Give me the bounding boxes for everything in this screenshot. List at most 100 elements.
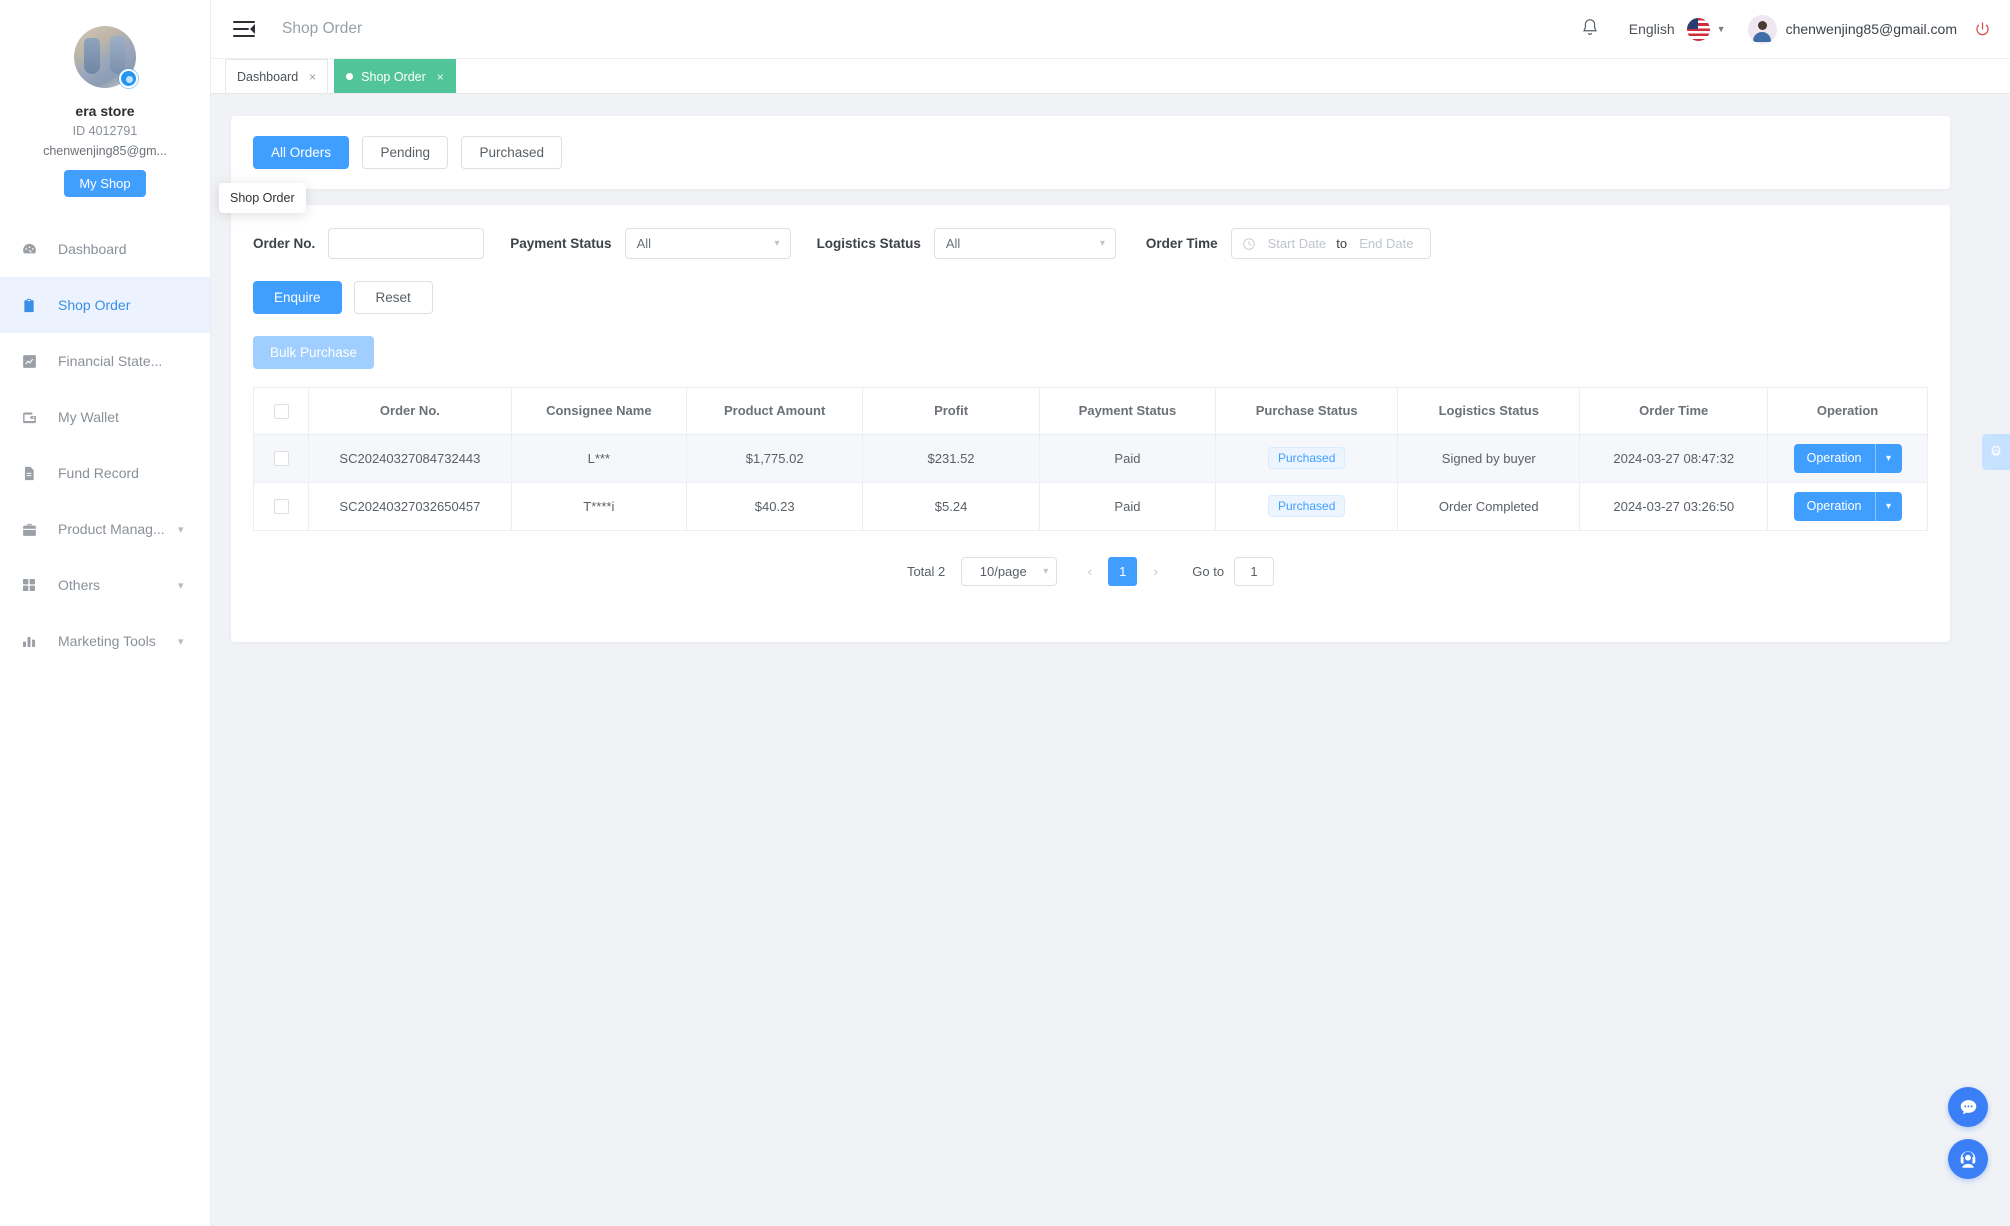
chevron-down-icon: ▾ (1099, 238, 1105, 249)
sidebar-item-marketing-tools[interactable]: Marketing Tools ▾ (0, 613, 210, 669)
tab-dashboard[interactable]: Dashboard × (225, 59, 329, 93)
col-payment-status: Payment Status (1039, 388, 1217, 435)
logout-power-icon[interactable] (1973, 20, 1992, 39)
order-no-input[interactable] (328, 228, 485, 259)
goto-label: Go to (1192, 563, 1225, 579)
table-row[interactable]: SC20240327084732443 L*** $1,775.02 $231.… (254, 434, 1927, 483)
logistics-status-label: Logistics Status (816, 236, 921, 251)
cell-purchase-status: Purchased (1215, 482, 1399, 531)
cell-product-amount: $1,775.02 (686, 434, 864, 483)
user-email[interactable]: chenwenjing85@gmail.com (1786, 21, 1957, 37)
table-header-row: Order No. Consignee Name Product Amount … (254, 388, 1927, 435)
language-label[interactable]: English (1629, 21, 1675, 37)
tab-shop-order[interactable]: Shop Order × (334, 59, 456, 93)
cell-consignee: T****i (511, 482, 687, 531)
next-page-button[interactable]: › (1141, 557, 1170, 586)
sidebar-item-label: Others (58, 577, 101, 593)
cell-profit: $5.24 (862, 482, 1040, 531)
app-root: era store ID 4012791 chenwenjing85@gm...… (0, 0, 2010, 1226)
store-email: chenwenjing85@gm... (43, 144, 167, 158)
customer-support-icon[interactable] (1948, 1139, 1988, 1179)
cell-order-time: 2024-03-27 03:26:50 (1579, 482, 1769, 531)
grid-icon (18, 574, 40, 596)
store-id: ID 4012791 (72, 124, 138, 138)
goto-page-input[interactable] (1234, 556, 1275, 586)
filter-actions: Enquire Reset (253, 281, 1928, 314)
select-all-checkbox[interactable] (273, 403, 289, 419)
order-time-daterange[interactable]: Start Date to End Date (1230, 228, 1431, 259)
top-bar: Shop Order English ▼ chenwenjing85@gmail… (211, 0, 2010, 59)
sidebar-item-label: Dashboard (58, 241, 127, 257)
notification-bell-icon[interactable] (1579, 17, 1603, 41)
sidebar-item-label: Marketing Tools (58, 633, 156, 649)
sidebar-item-label: Product Manag... (58, 521, 165, 537)
col-purchase-status: Purchase Status (1215, 388, 1399, 435)
order-time-label: Order Time (1145, 236, 1218, 251)
flag-us-icon[interactable] (1686, 17, 1710, 41)
store-name: era store (75, 103, 135, 119)
sidebar-item-my-wallet[interactable]: My Wallet (0, 389, 210, 445)
segment-purchased[interactable]: Purchased (461, 136, 563, 169)
sidebar-item-fund-record[interactable]: Fund Record (0, 445, 210, 501)
row-select-cell (254, 434, 310, 483)
segment-all-orders[interactable]: All Orders (253, 136, 350, 169)
operation-button[interactable]: Operation ▾ (1793, 443, 1902, 473)
cell-profit: $231.52 (862, 434, 1040, 483)
bar-chart-icon (18, 630, 40, 652)
table-row[interactable]: SC20240327032650457 T****i $40.23 $5.24 … (254, 482, 1927, 531)
status-badge: Purchased (1268, 495, 1346, 517)
avatar[interactable] (1747, 14, 1777, 44)
view-tabs: Dashboard × Shop Order × (211, 59, 2010, 94)
tab-label: Dashboard (237, 69, 299, 84)
dashboard-icon (18, 238, 40, 260)
sidebar-tooltip: Shop Order (219, 183, 306, 213)
sidebar-item-dashboard[interactable]: Dashboard (0, 221, 210, 277)
operation-button-label: Operation (1806, 499, 1862, 513)
cell-payment-status: Paid (1039, 482, 1217, 531)
chevron-down-icon[interactable]: ▼ (1717, 24, 1726, 34)
chevron-down-icon[interactable]: ▾ (1876, 492, 1902, 521)
orders-table: Order No. Consignee Name Product Amount … (254, 388, 1927, 531)
pagination-total: Total 2 (906, 563, 946, 579)
start-date-value: Start Date (1267, 236, 1327, 251)
cell-logistics-status: Signed by buyer (1397, 434, 1581, 483)
reset-button[interactable]: Reset (353, 281, 433, 314)
row-checkbox[interactable] (273, 451, 289, 467)
sidebar-item-financial-statement[interactable]: Financial State... (0, 333, 210, 389)
page-size-select[interactable]: 10/page ▾ (961, 556, 1058, 586)
orders-table-wrapper: Order No. Consignee Name Product Amount … (253, 387, 1928, 531)
my-shop-button[interactable]: My Shop (64, 170, 146, 197)
sidebar-item-others[interactable]: Others ▾ (0, 557, 210, 613)
page-title: Shop Order (282, 20, 363, 37)
document-icon (18, 462, 40, 484)
chat-bubble-icon[interactable] (1948, 1087, 1988, 1127)
sidebar-item-product-management[interactable]: Product Manag... ▾ (0, 501, 210, 557)
row-checkbox[interactable] (273, 499, 289, 515)
chart-line-icon (18, 350, 40, 372)
sidebar-item-label: Fund Record (58, 465, 139, 481)
logistics-status-select[interactable]: All ▾ (933, 228, 1116, 259)
operation-button[interactable]: Operation ▾ (1793, 491, 1902, 521)
col-product-amount: Product Amount (686, 388, 864, 435)
menu-collapse-icon[interactable] (233, 20, 255, 38)
settings-gear-icon[interactable] (1982, 434, 2010, 470)
bulk-purchase-button[interactable]: Bulk Purchase (253, 336, 375, 369)
page-size-value: 10/page (979, 563, 1027, 579)
chevron-down-icon[interactable]: ▾ (1876, 444, 1902, 473)
operation-button-label: Operation (1806, 451, 1862, 465)
col-order-time: Order Time (1579, 388, 1769, 435)
sidebar: era store ID 4012791 chenwenjing85@gm...… (0, 0, 211, 1226)
orders-panel: Order No. Payment Status All ▾ Logistics… (219, 183, 1950, 642)
store-profile: era store ID 4012791 chenwenjing85@gm...… (0, 0, 210, 197)
page-number-1[interactable]: 1 (1108, 556, 1138, 586)
filter-bar: Order No. Payment Status All ▾ Logistics… (253, 228, 1928, 259)
payment-status-select[interactable]: All ▾ (624, 228, 791, 259)
sidebar-item-label: Financial State... (58, 353, 163, 369)
segment-pending[interactable]: Pending (362, 136, 449, 169)
prev-page-button[interactable]: ‹ (1075, 557, 1104, 586)
close-icon[interactable]: × (437, 70, 444, 84)
enquire-button[interactable]: Enquire (253, 281, 342, 314)
close-icon[interactable]: × (309, 70, 316, 84)
cell-order-no: SC20240327032650457 (308, 482, 512, 531)
sidebar-item-shop-order[interactable]: Shop Order (0, 277, 210, 333)
